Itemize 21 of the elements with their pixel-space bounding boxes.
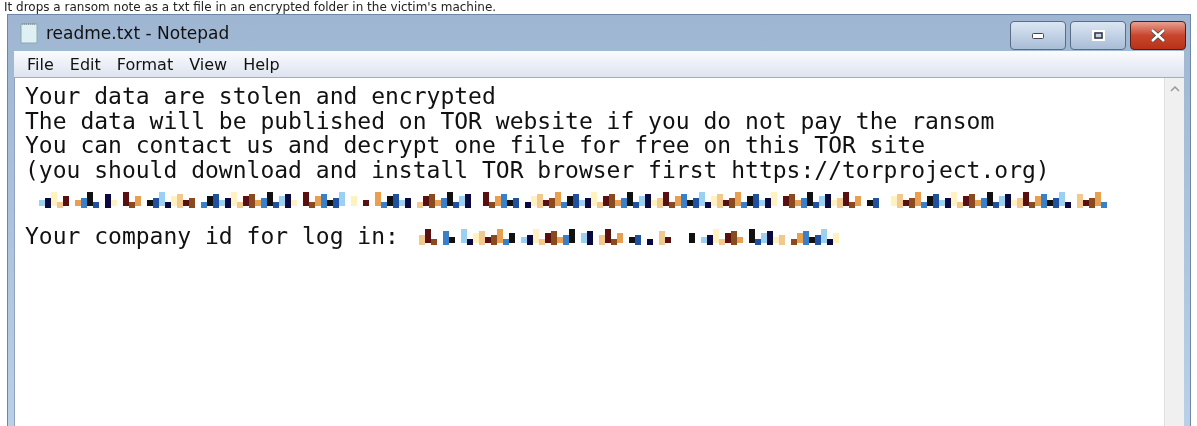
minimize-icon — [1032, 32, 1044, 39]
maximize-icon — [1091, 30, 1105, 41]
scroll-bar[interactable] — [1164, 78, 1184, 426]
text-line: Your data are stolen and encrypted — [25, 84, 497, 109]
maximize-button[interactable] — [1070, 21, 1126, 50]
caption-text: It drops a ransom note as a txt file in an encrypted folder in the victim's machine. — [3, 0, 498, 14]
menu-item[interactable]: Help — [236, 54, 289, 74]
text-line: The data will be published on TOR website if you do not pay the ransom — [25, 108, 996, 133]
minimize-button[interactable] — [1010, 21, 1066, 50]
menu-item[interactable]: View — [182, 54, 237, 74]
text-line: (you should download and install TOR browser first https://torproject.org) — [25, 157, 1051, 182]
text-area[interactable] — [14, 78, 1184, 426]
menu-item[interactable]: File — [20, 54, 63, 74]
menu-item[interactable]: Format — [109, 54, 183, 74]
text-line: Your company id for log in: — [25, 224, 399, 249]
menu-item[interactable]: Edit — [62, 54, 110, 74]
text-line: You can contact us and decrypt one file for free on this TOR site — [25, 133, 927, 158]
notepad-icon — [20, 22, 38, 44]
close-icon — [1150, 29, 1166, 42]
close-button[interactable] — [1130, 21, 1186, 50]
window-title: readme.txt - Notepad — [46, 23, 230, 43]
